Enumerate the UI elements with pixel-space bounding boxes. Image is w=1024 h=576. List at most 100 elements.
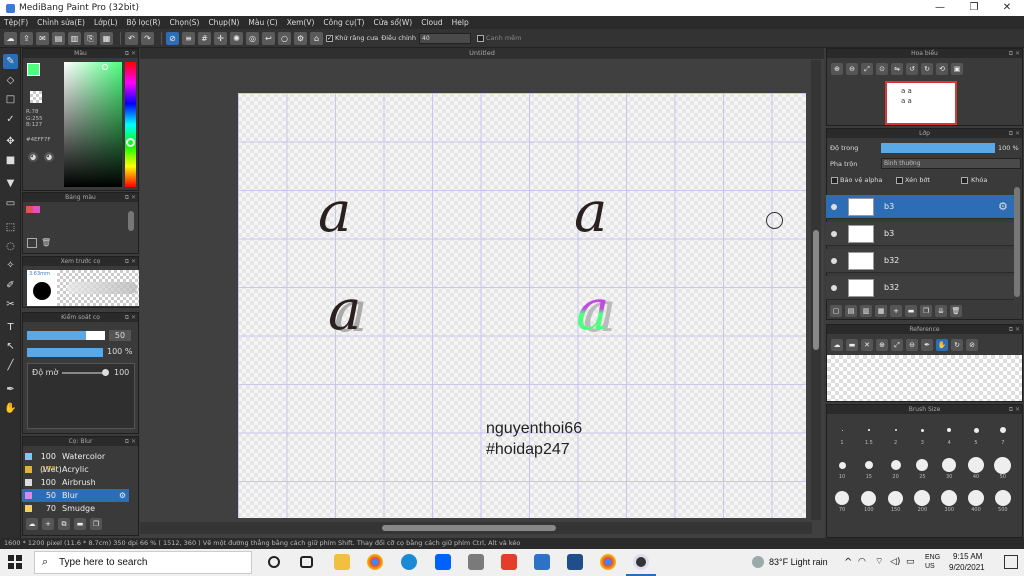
snap-soft-checkbox[interactable] — [477, 34, 484, 42]
brush-size-dot[interactable] — [920, 428, 924, 432]
eyedropper-icon[interactable]: ✒ — [3, 382, 18, 397]
open-folder-icon[interactable]: ▬ — [846, 339, 858, 351]
upload-icon[interactable]: ⇪ — [20, 31, 33, 45]
gradient-tool-icon[interactable]: ▭ — [3, 196, 18, 211]
clock-date[interactable]: 9/20/2021 — [949, 563, 985, 572]
layer-row[interactable]: b3 — [826, 222, 1014, 246]
chrome-icon[interactable] — [367, 554, 383, 570]
menu-select[interactable]: Chọn(S) — [169, 18, 199, 27]
delete-layer-icon[interactable]: 🗑 — [950, 305, 962, 317]
menu-tools[interactable]: Công cụ(T) — [323, 18, 364, 27]
rotate-left-icon[interactable]: ↺ — [906, 63, 918, 75]
navigator-thumbnail[interactable]: a a a a — [885, 81, 957, 125]
clipping-checkbox[interactable] — [896, 177, 903, 184]
grid-toggle-icon[interactable]: ▦ — [100, 31, 113, 45]
snap-off-icon[interactable]: ⊘ — [166, 31, 179, 45]
saturation-value-picker[interactable] — [64, 62, 122, 187]
file-explorer-icon[interactable] — [334, 554, 350, 570]
menu-layer[interactable]: Lớp(L) — [94, 18, 118, 27]
network-icon[interactable]: ◠ — [858, 549, 866, 576]
menu-help[interactable]: Help — [452, 18, 469, 27]
rotate-icon[interactable]: ↻ — [951, 339, 963, 351]
copy-brush-icon[interactable]: ⧉ — [58, 518, 70, 530]
new-layer-icon[interactable]: ▢ — [830, 305, 842, 317]
hue-handle[interactable] — [126, 138, 135, 147]
vertical-scrollbar[interactable] — [811, 60, 821, 520]
brush-tool-icon[interactable]: ✎ — [3, 54, 18, 69]
menu-filter[interactable]: Bộ lọc(R) — [127, 18, 161, 27]
duplicate-icon[interactable]: ❐ — [90, 518, 102, 530]
menu-snap[interactable]: Chụp(N) — [208, 18, 239, 27]
layer-row[interactable]: b3 ⚙ — [826, 195, 1014, 219]
edge-icon[interactable] — [401, 554, 417, 570]
horizontal-scrollbar[interactable] — [140, 522, 812, 534]
mail-icon[interactable] — [534, 554, 550, 570]
minimize-button[interactable]: — — [925, 0, 955, 16]
brush-size-slider[interactable] — [27, 331, 105, 340]
fit-icon[interactable]: ⤢ — [861, 63, 873, 75]
parallel-snap-icon[interactable]: ≡ — [182, 31, 195, 45]
layer-settings-icon[interactable]: ⚙ — [998, 200, 1008, 213]
folder-icon[interactable]: ▬ — [74, 518, 86, 530]
new-palette-icon[interactable] — [27, 238, 37, 248]
flip-icon[interactable]: ⇋ — [891, 63, 903, 75]
delete-palette-icon[interactable]: 🗑 — [41, 238, 51, 248]
medibang-taskbar-icon[interactable] — [633, 554, 649, 570]
layer-row[interactable]: b32 — [826, 276, 1014, 300]
protect-alpha-checkbox[interactable] — [831, 177, 838, 184]
layer-row[interactable]: b32 — [826, 249, 1014, 273]
weather-text[interactable]: 83°F Light rain — [769, 549, 828, 576]
new-1bit-layer-icon[interactable]: ▦ — [875, 305, 887, 317]
reset-icon[interactable]: ⟲ — [936, 63, 948, 75]
select-pen-icon[interactable]: ✓ — [3, 112, 18, 127]
brush-size-dot[interactable] — [968, 457, 984, 473]
volume-icon[interactable]: ◁) — [890, 549, 900, 576]
brush-size-dot[interactable] — [861, 490, 877, 506]
operation-tool-icon[interactable]: ↖ — [3, 339, 18, 354]
actual-size-icon[interactable]: ⊙ — [876, 63, 888, 75]
comment-icon[interactable]: ✉ — [36, 31, 49, 45]
brush-item-watercolor[interactable]: 100 Watercolor (Wet) — [22, 450, 129, 474]
office-icon[interactable] — [501, 554, 517, 570]
brush-cloud-icon[interactable]: ☁ — [26, 518, 38, 530]
select-rect-icon[interactable]: ⬚ — [3, 220, 18, 235]
add-layer-menu-icon[interactable]: + — [890, 305, 902, 317]
zoom-in-icon[interactable]: ⊕ — [876, 339, 888, 351]
transparent-swatch[interactable] — [30, 91, 42, 103]
brush-size-dot[interactable] — [888, 490, 904, 506]
brush-size-dot[interactable] — [973, 427, 979, 433]
circle-snap-icon[interactable]: ◎ — [246, 31, 259, 45]
lock-checkbox[interactable] — [961, 177, 968, 184]
brush-item-acrylic[interactable]: 173 Acrylic — [22, 463, 129, 476]
windows-start-icon[interactable] — [8, 555, 22, 569]
select-eraser-icon[interactable]: ✂ — [3, 297, 18, 312]
brush-size-dot[interactable] — [835, 491, 849, 505]
eraser-tool-icon[interactable]: ◇ — [3, 73, 18, 88]
move-tool-icon[interactable]: ✥ — [3, 134, 18, 149]
language-indicator[interactable]: ENG US — [925, 553, 940, 571]
layer-scrollbar[interactable] — [1014, 187, 1020, 297]
close-icon[interactable]: ✕ — [861, 339, 873, 351]
dropbox-icon[interactable] — [435, 554, 451, 570]
hand-icon[interactable]: ✋ — [936, 339, 948, 351]
brush-size-dot[interactable] — [994, 456, 1012, 474]
brush-size-dot[interactable] — [868, 429, 870, 431]
brush-size-dot[interactable] — [968, 490, 984, 506]
clock-time[interactable]: 9:15 AM — [953, 552, 982, 561]
brush-size-dot[interactable] — [994, 490, 1011, 506]
brush-size-dot[interactable] — [838, 461, 846, 469]
page-icon[interactable]: ▤ — [52, 31, 65, 45]
lasso-icon[interactable]: ◌ — [3, 239, 18, 254]
battery-icon[interactable]: ▭ — [906, 549, 915, 576]
menu-edit[interactable]: Chỉnh sửa(E) — [37, 18, 85, 27]
menu-window[interactable]: Cửa sổ(W) — [373, 18, 412, 27]
zoom-out-icon[interactable]: ⊖ — [846, 63, 858, 75]
chrome-profile-icon[interactable] — [600, 554, 616, 570]
blend-mode-select[interactable]: Bình thường — [881, 158, 1021, 169]
menu-file[interactable]: Tệp(F) — [4, 18, 28, 27]
adjust-input[interactable]: 40 — [419, 32, 471, 44]
tray-chevron-icon[interactable]: ^ — [844, 549, 852, 576]
maximize-button[interactable]: ❐ — [959, 0, 989, 16]
opacity-slider[interactable] — [27, 348, 103, 357]
hand-tool-icon[interactable]: ✋ — [3, 401, 18, 416]
